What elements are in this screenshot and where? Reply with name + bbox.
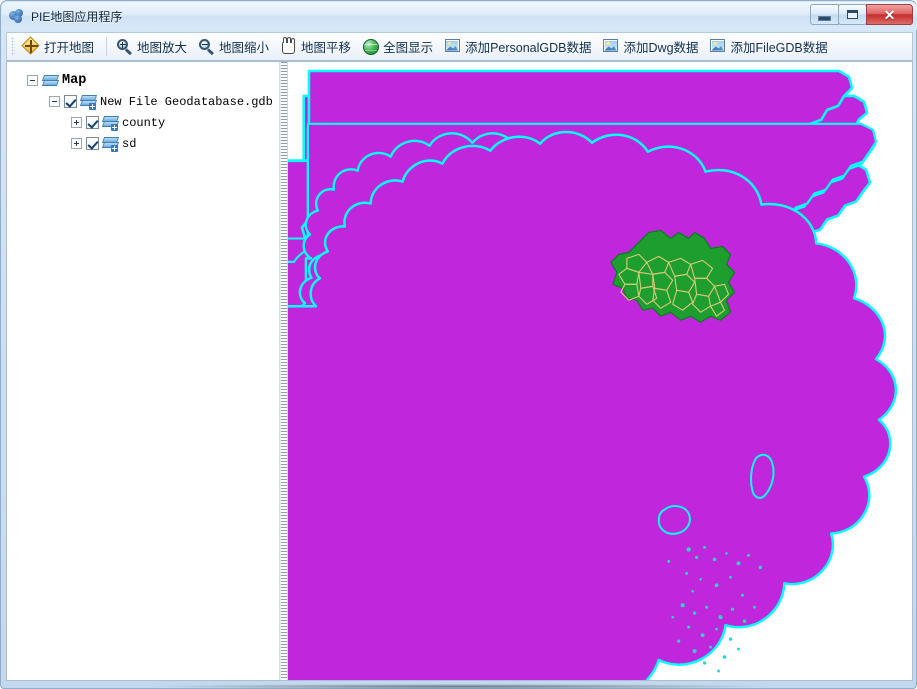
table-of-contents-panel: Map New File Geodatabase.gdb county sd xyxy=(7,62,281,680)
zoom-out-label: 地图缩小 xyxy=(219,41,270,55)
pan-hand-icon xyxy=(280,37,297,55)
add-dwg-label: 添加Dwg数据 xyxy=(623,41,699,55)
application-window: PIE地图应用程序 ✕ 打开地图 地图放大 地图缩小 地图平移 全图显示 添加P… xyxy=(0,0,917,689)
map-layers-icon xyxy=(41,74,60,88)
pan-button[interactable]: 地图平移 xyxy=(276,34,358,60)
add-dwg-button[interactable]: 添加Dwg数据 xyxy=(599,34,706,60)
minimize-icon xyxy=(818,15,831,21)
close-button[interactable]: ✕ xyxy=(866,4,913,25)
add-filegdb-button[interactable]: 添加FileGDB数据 xyxy=(706,34,835,60)
map-canvas[interactable] xyxy=(288,62,912,680)
layer-visibility-checkbox[interactable] xyxy=(86,137,99,150)
tree-item-label: county xyxy=(122,115,166,130)
hainan-island[interactable] xyxy=(657,505,691,535)
window-title: PIE地图应用程序 xyxy=(31,9,123,24)
zoom-out-icon xyxy=(198,38,215,55)
tree-item-label: Map xyxy=(62,73,87,88)
tree-item-county[interactable]: county xyxy=(13,112,275,133)
add-data-picture-icon xyxy=(603,38,620,55)
feature-layer-icon xyxy=(101,115,120,131)
expand-icon[interactable] xyxy=(71,138,82,149)
expand-icon[interactable] xyxy=(71,117,82,128)
tree-view[interactable]: Map New File Geodatabase.gdb county sd xyxy=(7,62,279,154)
zoom-in-label: 地图放大 xyxy=(137,41,188,55)
add-data-picture-icon xyxy=(444,38,461,55)
zoom-in-icon xyxy=(116,38,133,55)
toolbar-grip[interactable] xyxy=(11,37,15,56)
add-data-picture-icon xyxy=(710,38,727,55)
zoom-in-button[interactable]: 地图放大 xyxy=(112,34,194,60)
tree-item-label: sd xyxy=(122,136,137,151)
minimize-button[interactable] xyxy=(810,4,839,25)
zoom-out-button[interactable]: 地图缩小 xyxy=(194,34,276,60)
title-bar: PIE地图应用程序 ✕ xyxy=(2,2,917,30)
collapse-icon[interactable] xyxy=(27,75,38,86)
tree-item-geodatabase[interactable]: New File Geodatabase.gdb xyxy=(13,91,275,112)
pan-label: 地图平移 xyxy=(301,41,352,55)
feature-layer-icon xyxy=(101,136,120,152)
maximize-button[interactable] xyxy=(838,4,867,25)
add-personalgdb-label: 添加PersonalGDB数据 xyxy=(465,41,592,55)
open-map-icon xyxy=(21,36,40,55)
layer-visibility-checkbox[interactable] xyxy=(86,116,99,129)
window-controls: ✕ xyxy=(810,4,913,25)
add-filegdb-label: 添加FileGDB数据 xyxy=(730,41,828,55)
panel-splitter[interactable] xyxy=(280,62,289,680)
open-map-label: 打开地图 xyxy=(44,41,95,55)
full-extent-button[interactable]: 全图显示 xyxy=(358,34,440,60)
tree-item-sd[interactable]: sd xyxy=(13,133,275,154)
maximize-icon xyxy=(847,10,858,19)
main-toolbar: 打开地图 地图放大 地图缩小 地图平移 全图显示 添加PersonalGDB数据… xyxy=(6,32,913,61)
content-area: Map New File Geodatabase.gdb county sd xyxy=(6,61,913,681)
tree-item-map[interactable]: Map xyxy=(13,70,275,91)
add-personalgdb-button[interactable]: 添加PersonalGDB数据 xyxy=(440,34,598,60)
layer-visibility-checkbox[interactable] xyxy=(64,95,77,108)
full-extent-label: 全图显示 xyxy=(383,41,434,55)
globe-full-extent-icon xyxy=(362,38,380,55)
toolbar-separator xyxy=(106,37,108,56)
collapse-icon[interactable] xyxy=(49,96,60,107)
open-map-button[interactable]: 打开地图 xyxy=(19,34,101,60)
close-icon: ✕ xyxy=(883,6,896,23)
map-graphic xyxy=(288,69,898,680)
geodatabase-layer-icon xyxy=(79,94,98,110)
tree-item-label: New File Geodatabase.gdb xyxy=(100,94,273,109)
app-icon xyxy=(9,8,25,24)
